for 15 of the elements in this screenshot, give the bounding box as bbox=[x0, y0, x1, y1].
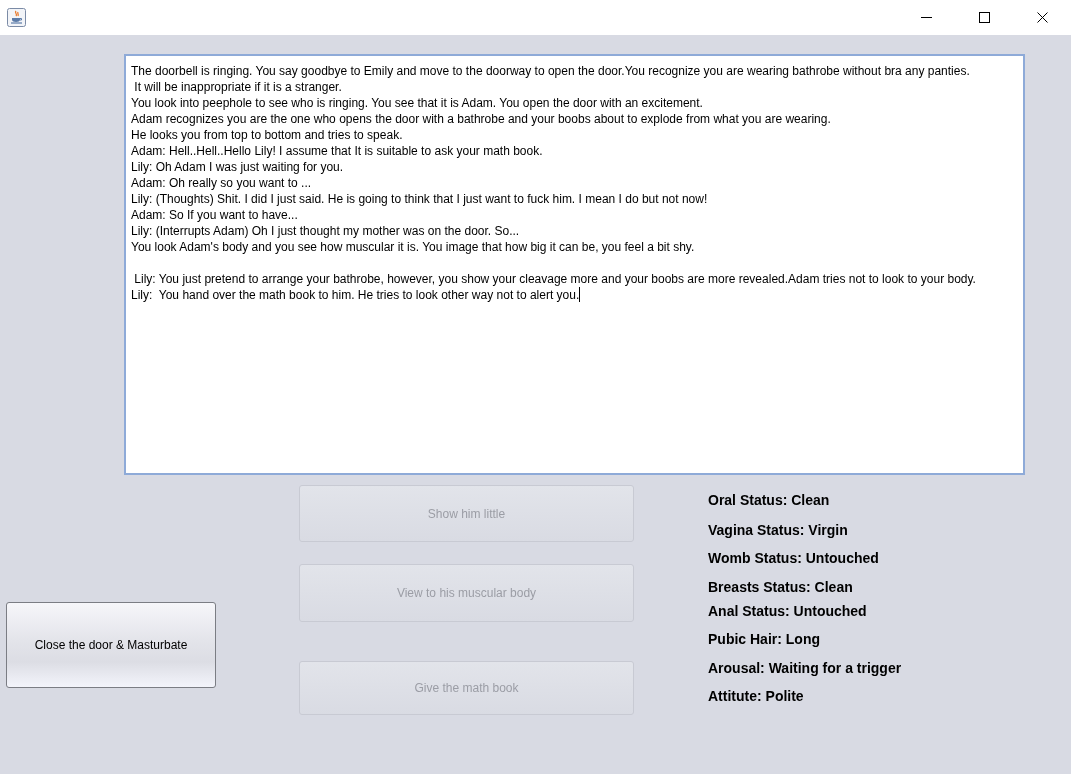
status-label: Womb Status: Untouched bbox=[708, 549, 879, 568]
status-label: Attitute: Polite bbox=[708, 687, 804, 706]
status-label: Breasts Status: Clean bbox=[708, 578, 853, 597]
story-text-area[interactable]: The doorbell is ringing. You say goodbye to Emily and move to the doorway to open the door.You recognize you are wearing bathrobe without bra any panties. It will be inappropriate if it is a stranger. You look into peephole to see who is ringing. You see that it is Adam. You open the door with an excitement. Adam recognizes you are the one who opens the door with a bathrobe and your boobs about to explode from what you are wearing. He looks you from top to bottom and tries to speak. Adam: Hell..Hell..Hello Lily! I assume that It is suitable to ask your math book. Lily: Oh Adam I was just waiting for you. Adam: Oh really so you want to ... Lily: (Thoughts) Shit. I did I just said. He is going to think that I just want to fuck him. I mean I do but not now! Adam: So If you want to have... Lily: (Interrupts Adam) Oh I just thought my mother was on the door. So... You look Adam's body and you see how muscular it is. You image that how big it can be, you feel a bit shy. Lily: You just pretend to arrange your bathrobe, however, you show your cleavage more and your boobs are more revealed.Adam tries not to look to your body. Lily: You hand over the math book to him. He tries to look other way not to alert you. bbox=[124, 54, 1025, 475]
coffee-cup-icon bbox=[7, 8, 26, 27]
text-cursor bbox=[579, 287, 581, 302]
status-label: Anal Status: Untouched bbox=[708, 602, 867, 621]
status-label: Arousal: Waiting for a trigger bbox=[708, 659, 902, 678]
maximize-icon bbox=[978, 12, 990, 23]
minimize-icon bbox=[920, 17, 932, 18]
status-label: Pubic Hair: Long bbox=[708, 630, 820, 649]
status-label: Oral Status: Clean bbox=[708, 491, 830, 510]
close-door-button[interactable]: Close the door & Masturbate bbox=[6, 602, 216, 688]
status-label: Vagina Status: Virgin bbox=[708, 521, 848, 540]
close-icon bbox=[1036, 12, 1048, 23]
